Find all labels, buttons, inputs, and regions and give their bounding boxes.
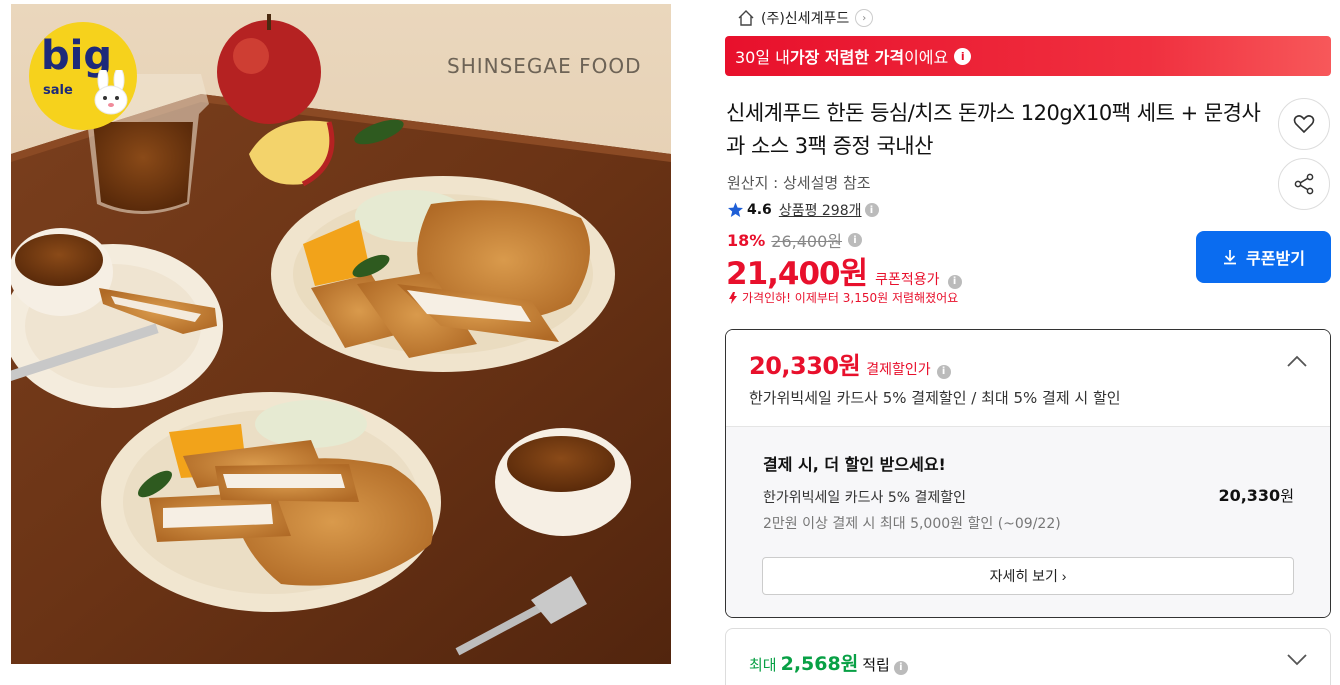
chevron-up-icon[interactable] (1286, 354, 1308, 368)
seller-link[interactable]: (주)신세계푸드 › (737, 7, 874, 29)
review-count-link[interactable]: 상품평 298개 (779, 200, 862, 220)
big-sale-badge: big sale (29, 22, 137, 130)
coupon-price: 21,400원 (726, 256, 868, 292)
coupon-button-label: 쿠폰받기 (1246, 251, 1305, 268)
banner-highlight: 가장 저렴한 가격 (789, 48, 905, 67)
payment-details: 결제 시, 더 할인 받으세요! 한가위빅세일 카드사 5% 결제할인 20,3… (726, 426, 1330, 617)
origin-info: 원산지 : 상세설명 참조 (727, 174, 871, 192)
chevron-right-icon: › (855, 9, 874, 27)
lowest-price-banner: 30일 내 가장 저렴한 가격 이에요 i (725, 36, 1331, 76)
info-icon[interactable]: i (936, 364, 951, 379)
rating-score: 4.6 (747, 202, 772, 218)
payment-discount-panel: 20,330원 결제할인가 i 한가위빅세일 카드사 5% 결제할인 / 최대 … (725, 329, 1331, 618)
points-suffix: 적립 (862, 656, 890, 674)
download-icon (1224, 250, 1237, 265)
home-icon (738, 10, 754, 26)
product-image: SHINSEGAE FOOD big sale (11, 4, 671, 664)
points-panel[interactable]: 최대 2,568원 적립 i (725, 628, 1331, 685)
view-details-button[interactable]: 자세히 보기 › (762, 557, 1294, 595)
rating-summary[interactable]: 4.6 상품평 298개 i (727, 200, 879, 220)
info-icon[interactable]: i (848, 233, 863, 247)
price-drop-notice: 가격인하! 이제부터 3,150원 저렴해졌어요 (727, 289, 958, 306)
payment-discount-desc: 한가위빅세일 카드사 5% 결제할인 / 최대 5% 결제 시 할인 (749, 389, 1121, 407)
payment-panel-header[interactable]: 20,330원 결제할인가 i 한가위빅세일 카드사 5% 결제할인 / 최대 … (726, 330, 1330, 426)
payment-discount-price: 20,330원 (749, 352, 861, 380)
bunny-icon (94, 70, 128, 115)
points-prefix: 최대 (749, 656, 777, 674)
banner-prefix: 30일 내 (735, 48, 790, 67)
price-line: 21,400원 쿠폰적용가 i (726, 248, 962, 293)
points-summary: 최대 2,568원 적립 i (749, 649, 908, 676)
seller-name: (주)신세계푸드 (761, 11, 850, 27)
share-icon (1294, 173, 1314, 195)
info-icon[interactable]: i (947, 274, 962, 289)
card-discount-amount: 20,330원 (1218, 485, 1294, 506)
like-button[interactable] (1278, 98, 1330, 150)
card-discount-name: 한가위빅세일 카드사 5% 결제할인 (763, 490, 966, 506)
more-discount-title: 결제 시, 더 할인 받으세요! (763, 455, 946, 474)
info-icon[interactable]: i (864, 203, 879, 217)
points-amount: 2,568원 (780, 653, 859, 675)
info-icon[interactable]: i (893, 660, 908, 675)
arrow-down-icon (729, 291, 737, 304)
brand-watermark: SHINSEGAE FOOD (447, 54, 642, 78)
star-icon (728, 202, 743, 217)
card-discount-amount-number: 20,330 (1218, 486, 1281, 505)
badge-sale-text: sale (43, 83, 73, 98)
payment-price: 20,330원 결제할인가 i (749, 346, 951, 381)
product-title: 신세계푸드 한돈 등심/치즈 돈까스 120gX10팩 세트 + 문경사과 소스… (726, 101, 1261, 158)
payment-discount-label: 결제할인가 (866, 362, 931, 378)
chevron-down-icon[interactable] (1286, 653, 1308, 667)
card-discount-condition: 2만원 이상 결제 시 최대 5,000원 할인 (~09/22) (763, 516, 1061, 532)
banner-suffix: 이에요 (904, 48, 949, 67)
card-discount-amount-unit: 원 (1280, 487, 1294, 505)
price-drop-text: 가격인하! 이제부터 3,150원 저렴해졌어요 (742, 291, 959, 305)
info-icon[interactable]: i (954, 47, 972, 65)
download-coupon-button[interactable]: 쿠폰받기 (1196, 231, 1331, 283)
heart-icon (1293, 115, 1315, 134)
coupon-price-label: 쿠폰적용가 (875, 272, 940, 288)
discount-rate: 18% (727, 230, 766, 250)
share-button[interactable] (1278, 158, 1330, 210)
